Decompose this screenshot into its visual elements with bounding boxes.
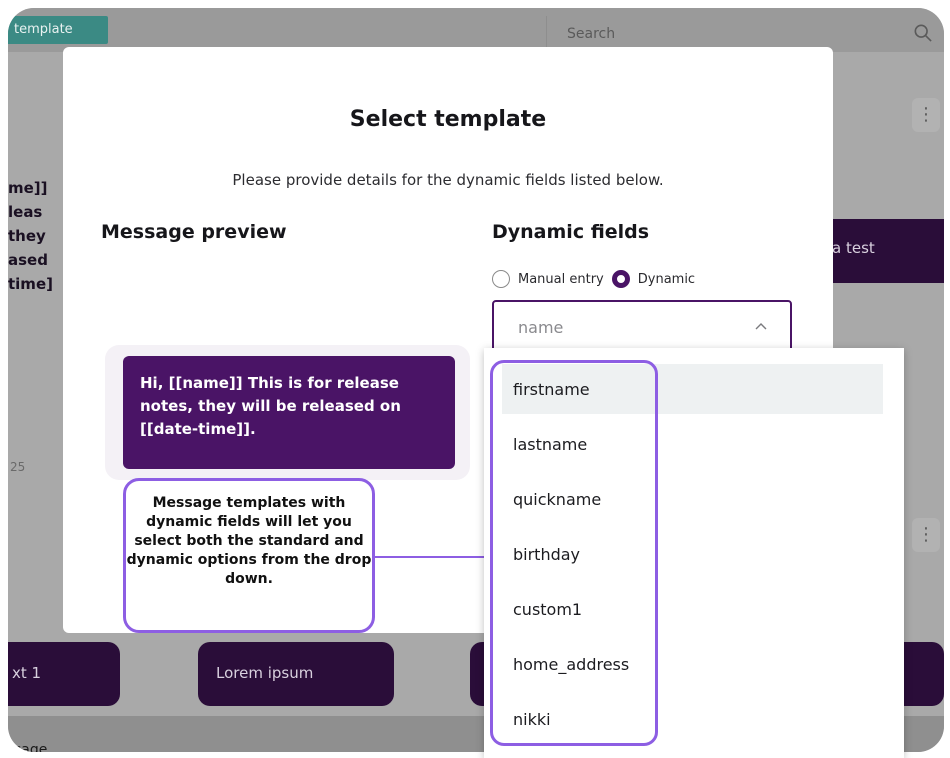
background-row-number: 25: [10, 460, 26, 474]
manual-entry-label[interactable]: Manual entry: [518, 272, 604, 287]
background-template-card[interactable]: xt 1: [8, 642, 120, 706]
message-preview-heading: Message preview: [101, 221, 287, 243]
background-template-card[interactable]: Lorem ipsum: [198, 642, 394, 706]
more-options-icon[interactable]: ⋮: [912, 518, 940, 552]
chevron-up-icon: [755, 323, 767, 330]
modal-subtitle: Please provide details for the dynamic f…: [232, 171, 664, 189]
modal-title: Select template: [349, 107, 547, 132]
instruction-callout: Message templates with dynamic fields wi…: [123, 478, 375, 633]
dynamic-field-select[interactable]: name: [492, 300, 792, 354]
field-mode-radio-group: Manual entry Dynamic: [492, 269, 703, 289]
background-template-text: me]] leas they ased time]: [8, 179, 53, 293]
dynamic-label[interactable]: Dynamic: [638, 272, 695, 287]
background-template-card[interactable]: a test: [816, 219, 944, 283]
background-tab[interactable]: template: [8, 16, 108, 44]
dropdown-annotation-outline: [490, 360, 658, 746]
manual-entry-radio[interactable]: [492, 270, 510, 288]
background-bottom-label: sage: [14, 742, 48, 752]
search-icon[interactable]: [914, 24, 932, 42]
message-preview-bubble: Hi, [[name]] This is for release notes, …: [123, 356, 455, 469]
select-value: name: [518, 318, 564, 337]
dynamic-fields-heading: Dynamic fields: [492, 221, 650, 243]
more-options-icon[interactable]: ⋮: [912, 98, 940, 132]
callout-connector: [375, 556, 489, 558]
dynamic-radio[interactable]: [611, 270, 630, 288]
